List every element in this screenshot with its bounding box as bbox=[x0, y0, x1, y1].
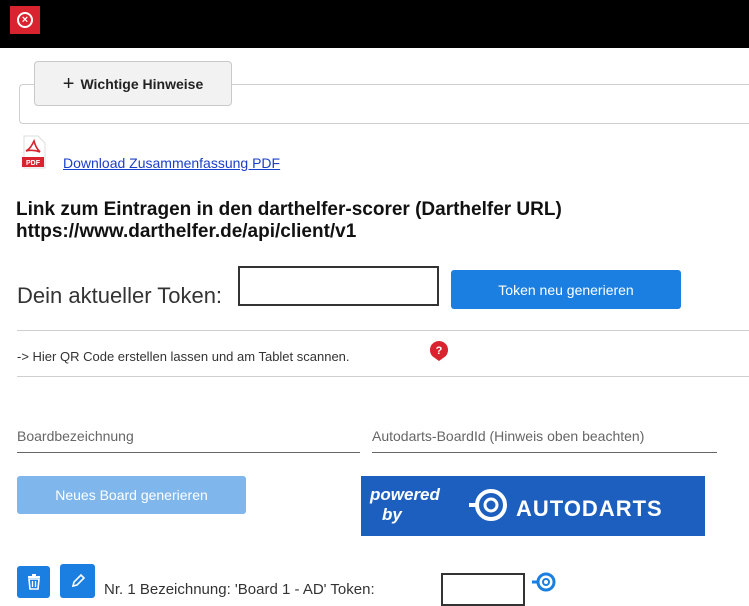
top-bar: × bbox=[0, 0, 749, 48]
powered-by-text: powered by bbox=[370, 485, 440, 525]
close-button[interactable]: × bbox=[10, 6, 40, 34]
generate-board-button[interactable]: Neues Board generieren bbox=[17, 476, 246, 514]
qr-instruction-text: -> Hier QR Code erstellen lassen und am … bbox=[17, 349, 350, 364]
heading-line-1: Link zum Eintragen in den darthelfer-sco… bbox=[16, 199, 562, 220]
trash-icon bbox=[27, 574, 40, 590]
token-label: Dein aktueller Token: bbox=[17, 283, 223, 308]
autodarts-board-id-placeholder: Autodarts-BoardId (Hinweis oben beachten… bbox=[372, 428, 645, 444]
autodarts-brand-text: AUTODARTS bbox=[516, 496, 663, 521]
autodarts-board-id-field[interactable]: Autodarts-BoardId (Hinweis oben beachten… bbox=[372, 428, 717, 453]
autodarts-logo-icon bbox=[469, 489, 507, 521]
question-marker-icon[interactable]: ? bbox=[428, 340, 450, 362]
hints-toggle-button[interactable]: + Wichtige Hinweise bbox=[34, 61, 232, 106]
by-text: by bbox=[382, 505, 402, 524]
plus-icon: + bbox=[62, 72, 75, 95]
hints-button-label: Wichtige Hinweise bbox=[80, 75, 204, 92]
pdf-file-icon: PDF bbox=[22, 135, 46, 169]
svg-text:PDF: PDF bbox=[26, 160, 41, 167]
board-token-input[interactable] bbox=[441, 573, 525, 606]
delete-board-button[interactable] bbox=[17, 566, 50, 598]
autodarts-link-icon[interactable] bbox=[531, 570, 557, 594]
close-circle-icon: × bbox=[17, 12, 33, 28]
regenerate-token-button[interactable]: Token neu generieren bbox=[451, 270, 681, 309]
download-summary-link[interactable]: Download Zusammenfassung PDF bbox=[63, 155, 280, 171]
svg-text:?: ? bbox=[436, 345, 443, 357]
pencil-icon bbox=[71, 573, 85, 588]
divider bbox=[17, 330, 749, 331]
board-name-field[interactable]: Boardbezeichnung bbox=[17, 428, 360, 453]
board-name-placeholder: Boardbezeichnung bbox=[17, 428, 134, 444]
heading-url: https://www.darthelfer.de/api/client/v1 bbox=[16, 221, 357, 242]
divider bbox=[17, 376, 749, 377]
powered-text: powered bbox=[370, 485, 440, 504]
darthelfer-url-heading: Link zum Eintragen in den darthelfer-sco… bbox=[16, 199, 736, 243]
powered-by-autodarts-banner[interactable]: powered by AUTODARTS bbox=[361, 476, 705, 536]
board-row-text: Nr. 1 Bezeichnung: 'Board 1 - AD' Token: bbox=[104, 581, 375, 598]
token-input[interactable] bbox=[238, 266, 439, 306]
edit-board-button[interactable] bbox=[60, 564, 95, 598]
